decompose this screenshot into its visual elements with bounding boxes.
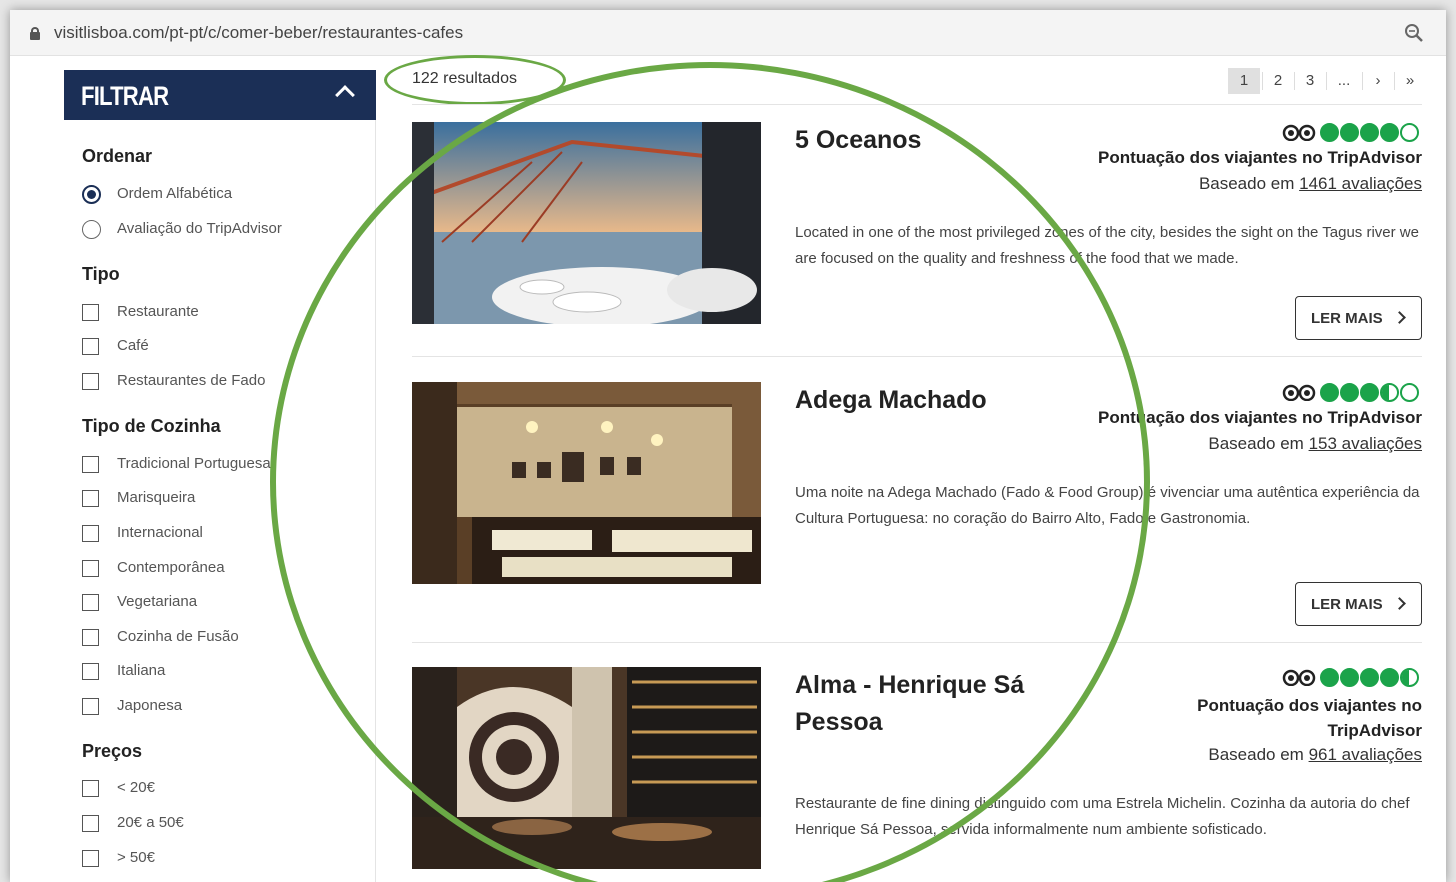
listing-description: Uma noite na Adega Machado (Fado & Food … (795, 484, 1420, 527)
page-1[interactable]: 1 (1228, 68, 1260, 94)
read-more-button[interactable]: LER MAIS (1295, 296, 1422, 340)
read-more-button[interactable]: LER MAIS (1295, 582, 1422, 626)
option-label: Restaurantes de Fado (117, 372, 266, 389)
based-on: Baseado em 153 avaliações (1208, 434, 1422, 453)
rating-label: Pontuação dos viajantes no TripAdvisor (1097, 148, 1422, 167)
checkbox-icon[interactable] (82, 629, 99, 646)
checkbox-icon[interactable] (82, 594, 99, 611)
group-title-ordenar: Ordenar (82, 146, 153, 166)
checkbox-tradicional-portuguesa[interactable]: Tradicional Portuguesa (82, 454, 372, 476)
tripadvisor-rating (1282, 382, 1422, 402)
checkbox-icon[interactable] (82, 698, 99, 715)
listing-name[interactable]: 5 Oceanos (795, 122, 1065, 159)
option-label: Japonesa (117, 697, 183, 714)
tripadvisor-rating (1282, 667, 1422, 687)
listing-card: 5 Oceanos Pontuação dos viajantes no Tri… (412, 122, 1422, 342)
tripadvisor-owl-icon (1282, 384, 1316, 401)
option-label: Ordem Alfabética (117, 185, 233, 202)
option-label: Cozinha de Fusão (117, 628, 239, 645)
based-on: Baseado em 961 avaliações (1208, 745, 1422, 764)
option-label: Marisqueira (117, 489, 196, 506)
page-3[interactable]: 3 (1296, 68, 1324, 94)
filter-title: FILTRAR (81, 81, 169, 111)
option-label: Vegetariana (117, 593, 198, 610)
listing-photo[interactable] (412, 382, 761, 584)
checkbox-icon[interactable] (82, 338, 99, 355)
option-label: < 20€ (117, 779, 155, 796)
option-label: Italiana (117, 662, 166, 679)
option-label: Contemporânea (117, 559, 225, 576)
checkbox-icon[interactable] (82, 490, 99, 507)
rating-label: Pontuação dos viajantes no TripAdvisor (1097, 408, 1422, 427)
page-ellipsis: ... (1337, 72, 1351, 89)
checkbox-icon[interactable] (82, 663, 99, 680)
tripadvisor-owl-icon (1282, 669, 1316, 686)
filter-sidebar: FILTRAR Ordenar Ordem Alfabética Avaliaç… (64, 70, 376, 882)
filter-header[interactable]: FILTRAR (64, 70, 376, 120)
rating-label: Pontuação dos viajantes no TripAdvisor (1197, 696, 1422, 740)
group-title-precos: Preços (82, 741, 143, 761)
checkbox-icon[interactable] (82, 373, 99, 390)
option-label: 20€ a 50€ (117, 814, 184, 831)
browser-window: visitlisboa.com/pt-pt/c/comer-beber/rest… (10, 10, 1446, 882)
listing-description: Restaurante de fine dining distinguido c… (795, 795, 1410, 838)
chevron-right-icon (1393, 597, 1406, 610)
option-label: Tradicional Portuguesa (117, 455, 271, 472)
checkbox-icon[interactable] (82, 560, 99, 577)
checkbox-icon[interactable] (82, 525, 99, 542)
tripadvisor-owl-icon (1282, 124, 1316, 141)
option-label: Avaliação do TripAdvisor (117, 220, 282, 237)
checkbox-icon[interactable] (82, 850, 99, 867)
url-text[interactable]: visitlisboa.com/pt-pt/c/comer-beber/rest… (54, 23, 463, 43)
rating-bubbles (1320, 123, 1420, 143)
page-2[interactable]: 2 (1264, 68, 1292, 94)
reviews-link[interactable]: 153 avaliações (1309, 434, 1422, 453)
radio-icon[interactable] (82, 220, 101, 239)
option-label: > 50€ (117, 849, 155, 866)
pagination: 1 2 3 ... › » (1228, 68, 1424, 94)
group-title-tipo: Tipo (82, 264, 120, 284)
checkbox-icon[interactable] (82, 780, 99, 797)
reviews-link[interactable]: 1461 avaliações (1299, 174, 1422, 193)
address-bar[interactable]: visitlisboa.com/pt-pt/c/comer-beber/rest… (10, 10, 1446, 56)
listing-card: Alma - Henrique Sá Pessoa Pontuação dos … (412, 667, 1422, 882)
listing-photo[interactable] (412, 667, 761, 869)
tripadvisor-rating (1282, 122, 1422, 142)
rating-bubbles (1320, 383, 1420, 403)
page-next[interactable]: › (1364, 68, 1392, 94)
listing-card: Adega Machado Pontuação dos viajantes no… (412, 382, 1422, 626)
page-last[interactable]: » (1396, 68, 1424, 94)
lock-icon (30, 27, 40, 40)
rating-bubbles (1320, 668, 1420, 688)
listing-name[interactable]: Adega Machado (795, 382, 1065, 419)
chevron-up-icon[interactable] (335, 85, 355, 105)
listing-description: Located in one of the most privileged zo… (795, 224, 1419, 267)
option-label: Restaurante (117, 303, 199, 320)
radio-checked-icon[interactable] (82, 185, 101, 204)
zoom-icon[interactable] (1404, 23, 1424, 43)
chevron-right-icon (1393, 311, 1406, 324)
reviews-link[interactable]: 961 avaliações (1309, 745, 1422, 764)
option-label: Café (117, 337, 149, 354)
listing-photo[interactable] (412, 122, 761, 324)
checkbox-icon[interactable] (82, 456, 99, 473)
option-label: Internacional (117, 524, 203, 541)
group-title-cozinha: Tipo de Cozinha (82, 416, 221, 436)
based-on: Baseado em 1461 avaliações (1198, 174, 1422, 193)
annotation-ellipse-small (384, 55, 566, 105)
checkbox-icon[interactable] (82, 304, 99, 321)
listing-name[interactable]: Alma - Henrique Sá Pessoa (795, 667, 1065, 741)
checkbox-icon[interactable] (82, 815, 99, 832)
